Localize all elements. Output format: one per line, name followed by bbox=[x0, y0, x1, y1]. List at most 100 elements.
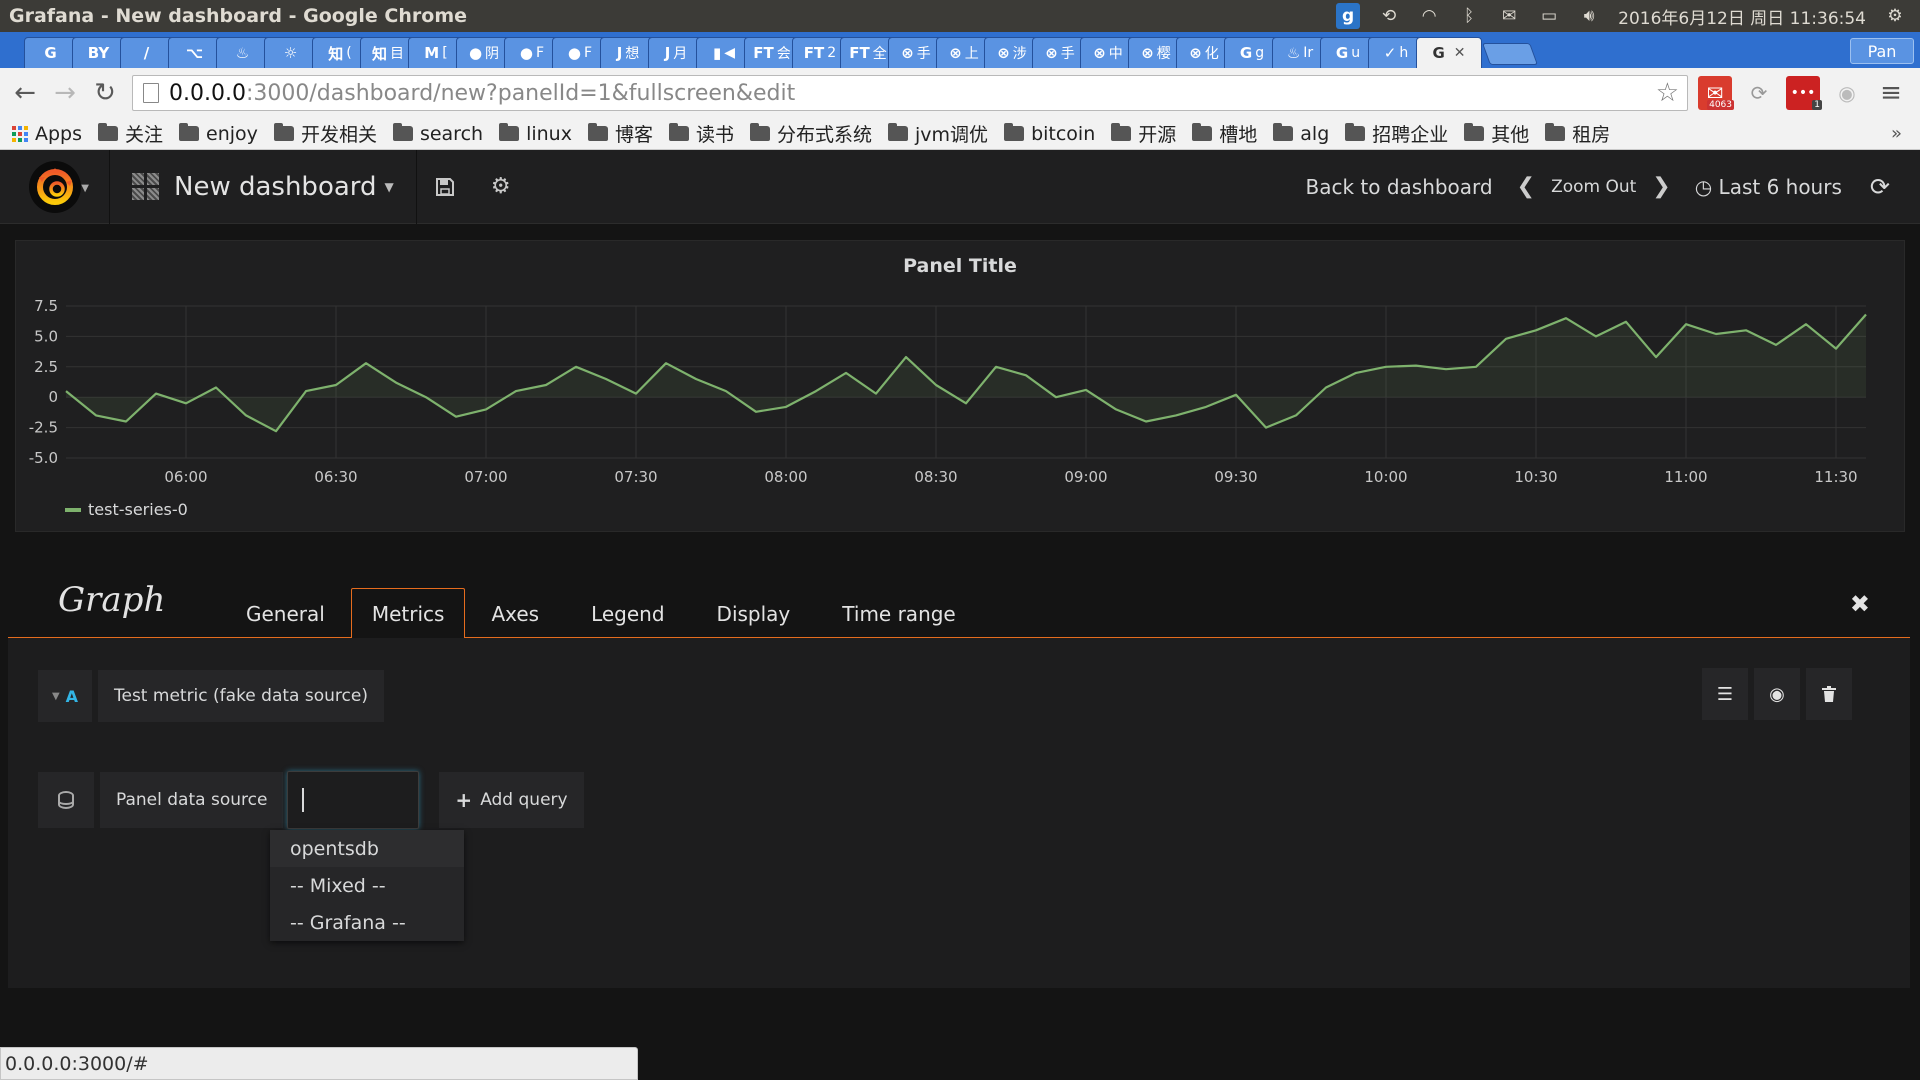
toggle-query-visibility-button[interactable]: ◉ bbox=[1754, 668, 1800, 720]
tab-favicon-icon: BY bbox=[87, 44, 110, 62]
input-method-icon[interactable]: g bbox=[1336, 3, 1361, 29]
tab-favicon-icon: ▮ bbox=[712, 44, 722, 62]
tab-label: ( bbox=[346, 45, 352, 61]
y-tick-label: 2.5 bbox=[34, 358, 58, 376]
bookmark-folder[interactable]: 招聘企业 bbox=[1345, 120, 1448, 147]
status-bubble: 0.0.0.0:3000/# bbox=[0, 1047, 638, 1080]
reload-icon[interactable]: ↻ bbox=[90, 78, 120, 108]
bookmark-folder[interactable]: 槽地 bbox=[1192, 120, 1257, 147]
chat-extension-icon[interactable]: ••• 1 bbox=[1786, 76, 1822, 110]
dashboard-settings-button[interactable]: ⚙ bbox=[473, 150, 529, 224]
forward-arrow-icon[interactable]: → bbox=[50, 78, 80, 108]
battery-icon[interactable]: ▭ bbox=[1538, 6, 1560, 26]
tab-display[interactable]: Display bbox=[691, 590, 817, 638]
profile-button[interactable]: Pan bbox=[1850, 38, 1914, 64]
settings-gear-icon[interactable]: ⚙ bbox=[1884, 6, 1906, 26]
tab-label: 手 bbox=[1060, 46, 1075, 62]
new-tab-button[interactable] bbox=[1481, 43, 1539, 65]
tab-time-range[interactable]: Time range bbox=[816, 590, 981, 638]
bookmark-star-icon[interactable]: ☆ bbox=[1656, 78, 1679, 108]
clock[interactable]: 2016年6月12日 周日 11:36:54 bbox=[1618, 4, 1866, 29]
bookmark-folder[interactable]: 开源 bbox=[1111, 120, 1176, 147]
time-shift-forward-chevron-right-icon[interactable]: ❯ bbox=[1652, 174, 1670, 199]
back-arrow-icon[interactable]: ← bbox=[10, 78, 40, 108]
editor-header: Graph General Metrics Axes Legend Display Tim… bbox=[8, 570, 1910, 640]
editor-title: Graph bbox=[58, 580, 166, 620]
zoom-out-button[interactable]: Zoom Out bbox=[1551, 177, 1636, 197]
datasource-input[interactable] bbox=[287, 771, 420, 829]
bookmark-folder[interactable]: bitcoin bbox=[1004, 123, 1095, 145]
mail-badge: 4063 bbox=[1707, 100, 1734, 110]
url-path: :3000/dashboard/new?panelId=1&fullscreen… bbox=[245, 80, 796, 106]
bookmarks-more-chevron[interactable]: » bbox=[1891, 123, 1902, 144]
eye-icon: ◉ bbox=[1769, 683, 1785, 705]
sync-extension-icon[interactable]: ⟳ bbox=[1742, 76, 1776, 110]
tab-axes[interactable]: Axes bbox=[465, 590, 565, 638]
bookmark-folder[interactable]: 关注 bbox=[98, 120, 163, 147]
bookmark-folder[interactable]: 租房 bbox=[1545, 120, 1610, 147]
folder-icon bbox=[1545, 123, 1566, 141]
y-tick-label: -5.0 bbox=[29, 449, 58, 467]
dashboard-picker[interactable]: New dashboard ▼ bbox=[110, 149, 417, 224]
browser-tab-active[interactable]: G ✕ bbox=[1416, 37, 1482, 68]
bookmark-label: 开发相关 bbox=[300, 124, 377, 146]
bookmark-folder[interactable]: 其他 bbox=[1464, 120, 1529, 147]
graph-panel[interactable]: Panel Title 7.5 5.0 2.5 0 -2.5 -5.0 06:00 06:30… bbox=[15, 240, 1905, 532]
dashboard-grid-icon bbox=[132, 172, 160, 201]
datasource-option[interactable]: opentsdb bbox=[270, 830, 464, 867]
chrome-menu-icon[interactable]: ≡ bbox=[1874, 76, 1908, 110]
legend-item-test-series-0[interactable]: test-series-0 bbox=[88, 500, 188, 519]
gear-icon: ⚙ bbox=[490, 174, 511, 199]
mail-icon[interactable]: ✉ bbox=[1498, 6, 1520, 26]
time-shift-back-chevron-left-icon[interactable]: ❮ bbox=[1517, 174, 1535, 199]
bookmark-folder[interactable]: search bbox=[392, 122, 484, 145]
back-to-dashboard-link[interactable]: Back to dashboard bbox=[1305, 175, 1492, 199]
volume-icon[interactable]: 🔊︎ bbox=[1578, 6, 1600, 26]
bookmark-folder[interactable]: 博客 bbox=[587, 120, 653, 147]
datasource-option[interactable]: -- Grafana -- bbox=[270, 904, 464, 941]
bookmark-folder[interactable]: jvm调优 bbox=[888, 120, 988, 147]
browser-toolbar: ← → ↻ 0.0.0.0 :3000/dashboard/new?panelI… bbox=[0, 68, 1920, 118]
tab-metrics[interactable]: Metrics bbox=[350, 587, 466, 640]
datasource-row: Panel data source + Add query bbox=[38, 771, 584, 829]
tab-general[interactable]: General bbox=[220, 590, 351, 638]
bookmark-folder[interactable]: 分布式系统 bbox=[750, 120, 872, 147]
query-menu-button[interactable]: ☰ bbox=[1702, 668, 1748, 720]
bookmark-folder[interactable]: alg bbox=[1273, 123, 1329, 145]
tab-favicon-icon: J bbox=[664, 44, 671, 62]
bookmarks-bar: Apps 关注 enjoy 开发相关 search linux 博客 读书 分布式系统 jvm调优… bbox=[0, 118, 1920, 150]
tab-label: 手 bbox=[916, 46, 931, 62]
close-editor-icon[interactable]: ✖ bbox=[1850, 590, 1870, 618]
dashboard-title: New dashboard bbox=[174, 171, 377, 202]
gmail-extension-icon[interactable]: ✉ 4063 bbox=[1698, 76, 1734, 110]
bookmark-folder[interactable]: enjoy bbox=[179, 123, 258, 145]
tab-favicon-icon: FT bbox=[753, 44, 774, 62]
add-query-button[interactable]: + Add query bbox=[439, 772, 584, 828]
query-letter-toggle[interactable]: ▼ A bbox=[38, 670, 92, 722]
delete-query-button[interactable] bbox=[1806, 668, 1852, 720]
bookmark-label: search bbox=[419, 122, 484, 145]
address-bar[interactable]: 0.0.0.0 :3000/dashboard/new?panelId=1&fu… bbox=[132, 75, 1688, 111]
wifi-icon[interactable]: ◠ bbox=[1418, 6, 1440, 26]
refresh-icon[interactable]: ⟳ bbox=[1870, 173, 1890, 201]
tab-label: 月 bbox=[673, 46, 688, 62]
bookmark-folder[interactable]: linux bbox=[499, 123, 572, 145]
bookmark-label: linux bbox=[526, 122, 572, 145]
tab-label: 会 bbox=[776, 46, 791, 62]
save-dashboard-button[interactable] bbox=[417, 150, 473, 224]
graph-chart[interactable]: 7.5 5.0 2.5 0 -2.5 -5.0 06:00 06:30 07:00 07:30 08… bbox=[16, 241, 1906, 533]
bluetooth-icon[interactable]: ᛒ bbox=[1458, 6, 1480, 26]
bookmark-apps[interactable]: Apps bbox=[12, 123, 82, 145]
grafana-logo-menu[interactable]: ▼ bbox=[0, 149, 110, 224]
time-picker[interactable]: ◷ Last 6 hours bbox=[1695, 175, 1842, 199]
query-description[interactable]: Test metric (fake data source) bbox=[98, 670, 384, 722]
datasource-option[interactable]: -- Mixed -- bbox=[270, 867, 464, 904]
sync-icon[interactable]: ⟲ bbox=[1378, 6, 1400, 26]
tab-legend[interactable]: Legend bbox=[565, 590, 690, 638]
datasource-dropdown: opentsdb -- Mixed -- -- Grafana -- bbox=[270, 830, 464, 941]
bookmark-folder[interactable]: 读书 bbox=[668, 120, 734, 147]
globe-extension-icon[interactable]: ◉ bbox=[1830, 76, 1864, 110]
bookmark-folder[interactable]: 开发相关 bbox=[273, 120, 377, 147]
tab-favicon-icon: ⊗ bbox=[1045, 44, 1058, 62]
tab-close-icon[interactable]: ✕ bbox=[1454, 45, 1466, 61]
